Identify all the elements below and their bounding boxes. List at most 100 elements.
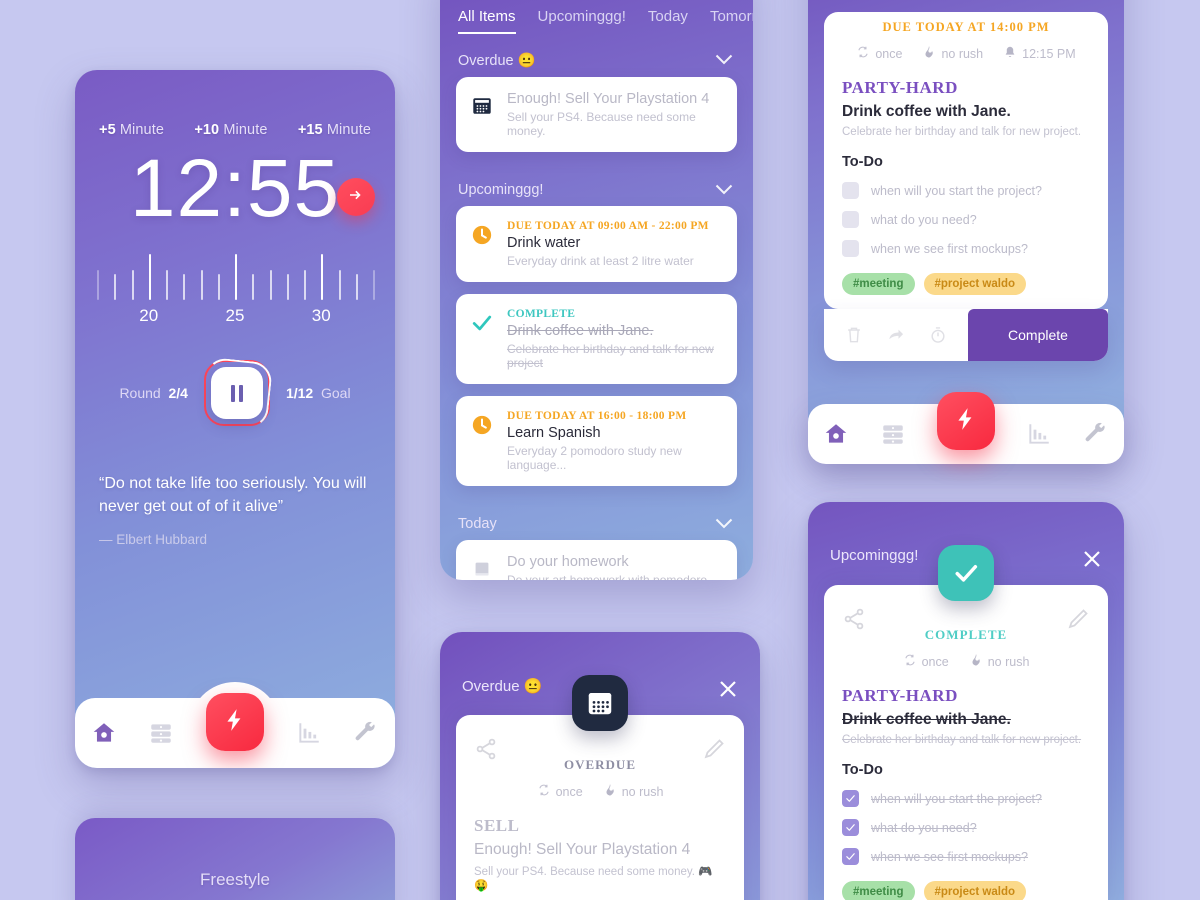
- task-title: Enough! Sell Your Playstation 4: [507, 91, 710, 107]
- todo-checkbox[interactable]: [842, 182, 859, 199]
- close-icon[interactable]: [1080, 547, 1104, 571]
- task-filter-tabs: All Items Upcominggg! Today Tomorro: [440, 0, 753, 34]
- goal-label: Goal: [320, 385, 351, 401]
- tag-chip[interactable]: #project waldo: [923, 273, 1027, 295]
- timer-icon[interactable]: [928, 325, 948, 345]
- todo-checkbox[interactable]: [842, 211, 859, 228]
- party-due-label: DUE TODAY AT 14:00 PM: [882, 20, 1050, 34]
- todo-checkbox[interactable]: [842, 819, 859, 836]
- task-section-header[interactable]: Overdue 😐: [440, 34, 753, 77]
- round-value: 2/4: [168, 385, 188, 401]
- todo-item[interactable]: when we see first mockups?: [842, 848, 1090, 865]
- chevron-down-icon[interactable]: [715, 54, 733, 67]
- tag-chip[interactable]: #meeting: [842, 273, 915, 295]
- pen-icon[interactable]: [1066, 607, 1090, 631]
- wrench-icon[interactable]: [353, 720, 379, 746]
- todo-checkbox[interactable]: [842, 848, 859, 865]
- quick-add-10[interactable]: +10 Minute: [194, 122, 267, 138]
- task-card[interactable]: DUE TODAY AT 09:00 AM - 22:00 PM Drink wa…: [456, 206, 737, 282]
- repeat-icon: [856, 45, 870, 62]
- lightning-fab-button[interactable]: [936, 392, 995, 450]
- check-icon: [469, 308, 495, 334]
- ruler-tick: [304, 270, 306, 300]
- pen-icon[interactable]: [702, 737, 726, 761]
- freestyle-label: Freestyle: [200, 870, 270, 889]
- meta-item: once: [537, 783, 583, 800]
- quick-add-5[interactable]: +5 Minute: [99, 122, 164, 138]
- timer-screen: +5 Minute +10 Minute +15 Minute 12:55 20…: [75, 70, 395, 768]
- pause-button[interactable]: [210, 367, 263, 419]
- ruler-tick: [286, 274, 289, 300]
- task-card[interactable]: DUE TODAY AT 16:00 - 18:00 PM Learn Spani…: [456, 396, 737, 486]
- play-pause-holder: [200, 356, 274, 430]
- round-info: Round 2/4: [119, 385, 188, 401]
- todo-label: what do you need?: [871, 212, 977, 227]
- home-icon[interactable]: [823, 421, 849, 447]
- share-nodes-icon[interactable]: [474, 737, 498, 761]
- task-subtitle: Sell your PS4. Because need some money.: [507, 110, 696, 138]
- chevron-down-icon[interactable]: [715, 184, 733, 197]
- tag-chip[interactable]: #project waldo: [923, 881, 1027, 900]
- home-icon[interactable]: [91, 720, 117, 746]
- quick-add-15[interactable]: +15 Minute: [298, 122, 371, 138]
- task-section-header[interactable]: Today: [440, 498, 753, 540]
- skip-forward-icon: [347, 186, 365, 209]
- chart-icon[interactable]: [296, 720, 322, 746]
- todo-item[interactable]: what do you need?: [842, 211, 1090, 228]
- meta-item: no rush: [969, 653, 1029, 670]
- ruler-tick: [114, 274, 117, 300]
- list-icon[interactable]: [148, 720, 174, 746]
- share-nodes-icon[interactable]: [842, 607, 866, 631]
- task-subtitle: Celebrate her birthday and talk for new …: [507, 342, 714, 370]
- complete-detail-screen: Upcominggg! COMPLETE once no rush PARTY-H…: [808, 502, 1124, 900]
- task-body: Do your homework Do your art homework wit…: [507, 554, 723, 580]
- todo-checkbox[interactable]: [842, 790, 859, 807]
- todo-item[interactable]: when we see first mockups?: [842, 240, 1090, 257]
- overdue-meta-row: once no rush: [474, 783, 726, 800]
- complete-meta-row: once no rush: [842, 653, 1090, 670]
- tab-upcominggg[interactable]: Upcominggg!: [538, 8, 626, 34]
- task-card[interactable]: Do your homework Do your art homework wit…: [456, 540, 737, 580]
- skip-forward-button[interactable]: [337, 178, 375, 216]
- task-card[interactable]: Enough! Sell Your Playstation 4 Sell your…: [456, 77, 737, 152]
- calendar-icon: [572, 675, 628, 731]
- task-list-screen: All Items Upcominggg! Today Tomorro Overdue…: [440, 0, 753, 580]
- task-body: DUE TODAY AT 16:00 - 18:00 PM Learn Spani…: [507, 410, 723, 472]
- tab-today[interactable]: Today: [648, 8, 688, 34]
- meta-item: once: [903, 653, 949, 670]
- chevron-down-icon[interactable]: [715, 518, 733, 531]
- complete-button[interactable]: Complete: [968, 309, 1108, 361]
- task-section-header[interactable]: Upcominggg!: [440, 164, 753, 206]
- goal-value: 1/12: [285, 385, 314, 401]
- tag-chip[interactable]: #meeting: [842, 881, 915, 900]
- ruler-tick-major: [148, 254, 151, 300]
- lightning-fab-button[interactable]: [205, 693, 264, 751]
- flame-icon: [969, 653, 983, 670]
- ruler-tick: [373, 270, 375, 300]
- tab-all-items[interactable]: All Items: [458, 8, 516, 34]
- trash-icon[interactable]: [844, 325, 864, 345]
- flame-icon: [922, 45, 936, 62]
- todo-item[interactable]: when will you start the project?: [842, 790, 1090, 807]
- list-icon[interactable]: [880, 421, 906, 447]
- chart-icon[interactable]: [1026, 421, 1052, 447]
- ruler-tick: [355, 274, 358, 300]
- todo-item[interactable]: when will you start the project?: [842, 182, 1090, 199]
- wrench-icon[interactable]: [1083, 421, 1109, 447]
- complete-todo-heading: To-Do: [842, 762, 883, 778]
- tab-tomorro[interactable]: Tomorro: [710, 8, 753, 34]
- minute-ruler[interactable]: [97, 248, 375, 300]
- task-card[interactable]: COMPLETE Drink coffee with Jane. Celebrate…: [456, 294, 737, 384]
- task-due-label: DUE TODAY AT 16:00 - 18:00 PM: [507, 410, 687, 422]
- flame-icon: [603, 783, 617, 800]
- clock-icon: [469, 220, 495, 246]
- ruler-tick: [217, 274, 220, 300]
- ruler-label: 20: [139, 306, 159, 325]
- todo-item[interactable]: what do you need?: [842, 819, 1090, 836]
- task-body: Enough! Sell Your Playstation 4 Sell your…: [507, 91, 723, 138]
- freestyle-card[interactable]: Freestyle: [75, 818, 395, 900]
- share-icon[interactable]: [886, 325, 906, 345]
- party-meta-row: once no rush 12:15 PM: [842, 45, 1090, 62]
- todo-checkbox[interactable]: [842, 240, 859, 257]
- close-icon[interactable]: [716, 677, 740, 701]
